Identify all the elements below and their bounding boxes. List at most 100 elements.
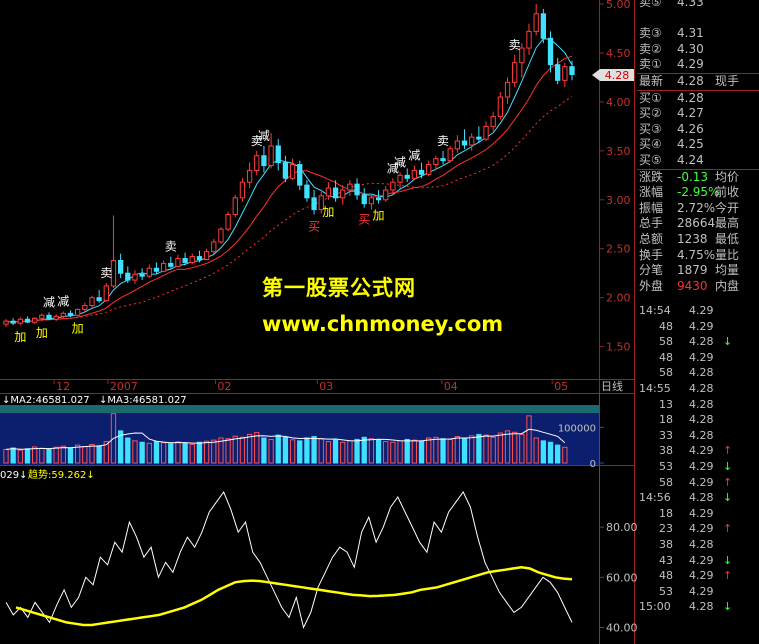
indicator-legend-1: 029↓ [0, 470, 27, 481]
signal-label: 卖 [437, 134, 449, 148]
candle-body [17, 318, 23, 324]
tick-row: 53 4.29 [637, 584, 759, 600]
candle-body [483, 125, 489, 140]
quote-row: 卖① 4.29 [637, 57, 759, 74]
quote-label: 卖③ [639, 26, 662, 41]
tick-time: 58 [659, 475, 673, 489]
tick-arrow: ↓ [723, 459, 733, 473]
quote-label: 买③ [639, 121, 662, 136]
tick-arrow: ↑ [723, 569, 733, 583]
price-tick-label: 2.00 [606, 292, 631, 305]
candle-body [311, 197, 317, 211]
candle-body [3, 320, 9, 325]
quote-row: 总额 1238 最低 [637, 232, 759, 248]
tick-price: 4.29 [689, 506, 714, 520]
quote-label: 买④ [639, 137, 662, 152]
price-tick-label: 4.50 [606, 47, 631, 60]
quote-value: 28664 [677, 216, 716, 231]
signal-label: 加 [36, 326, 48, 340]
tick-row: 23 4.29 ↑ [637, 521, 759, 537]
candle-body [547, 37, 554, 66]
x-tick-label: 12 [56, 380, 70, 393]
candle-body [125, 272, 131, 281]
candle-body [512, 62, 518, 83]
quote-value: 4.24 [677, 152, 704, 167]
quote-label: 买⑤ [639, 152, 662, 167]
tick-time: 48 [659, 350, 673, 364]
tick-price: 4.28 [689, 335, 714, 349]
tick-row: 18 4.29 [637, 506, 759, 522]
volume-tick-label: 0 [590, 459, 596, 470]
watermark-title: 第一股票公式网 [262, 276, 416, 300]
volume-bar [440, 438, 446, 464]
tick-price: 4.28 [689, 413, 714, 427]
candle-body [89, 297, 95, 307]
tick-price: 4.29 [689, 569, 714, 583]
candle-body [117, 259, 124, 274]
signal-label: 加 [322, 205, 334, 219]
quote-value: -0.13 [677, 169, 709, 184]
quote-row: 外盘 9430 内盘 [637, 279, 759, 295]
candle-body [96, 297, 102, 302]
quote-value: -2.95% [677, 185, 720, 200]
volume-legend-ma2-text: MA2:46581.027 [10, 395, 89, 406]
quote-extra-label: 均价 [715, 169, 740, 184]
candle-body [254, 155, 260, 171]
volume-bar [282, 436, 289, 464]
candle-body [60, 312, 66, 317]
candle-body [239, 181, 246, 199]
volume-tick-label: 100000 [558, 423, 596, 434]
tick-price: 4.29 [689, 304, 714, 317]
candle-body [232, 197, 238, 215]
tick-price: 4.28 [689, 600, 714, 614]
tick-arrow: ↓ [723, 491, 733, 505]
volume-bar [297, 440, 303, 464]
candle-body [46, 314, 52, 320]
volume-bar [476, 433, 482, 464]
tick-row: 58 4.29 ↑ [637, 475, 759, 491]
quote-label: 最新 [639, 73, 664, 88]
candle-body [476, 136, 482, 140]
candle-body [447, 148, 453, 162]
tick-row: 58 4.28 [637, 365, 759, 381]
volume-bar [67, 447, 74, 464]
quote-row: 换手 4.75% 量比 [637, 248, 759, 264]
quote-row: 买① 4.28 [637, 91, 759, 107]
signal-label: 卖 [100, 266, 112, 280]
candle-body [397, 174, 403, 183]
volume-legend-ma3-text: MA3:46581.027 [107, 395, 186, 406]
volume-bar [125, 437, 131, 464]
volume-bar [139, 441, 145, 464]
tick-price: 4.28 [689, 428, 714, 442]
tick-list: 14:54 4.29 48 4.29 58 4.28 ↓ 48 4.29 58 4.28 14:55 4… [637, 303, 759, 615]
quote-label: 卖② [639, 41, 662, 56]
quote-label: 总手 [639, 216, 664, 231]
tick-row: 48 4.29 [637, 319, 759, 335]
candle-body [261, 155, 267, 167]
tick-arrow: ↑ [723, 444, 733, 458]
tick-time: 33 [659, 428, 673, 442]
quote-value: 4.29 [677, 57, 704, 72]
candle-body [160, 262, 167, 272]
tick-row: 38 4.28 [637, 537, 759, 553]
x-axis-labels: 12 2007 02 03 04 05 [53, 379, 568, 393]
candle-body [533, 13, 539, 32]
tick-arrow: ↓ [723, 600, 733, 614]
volume-bar [461, 437, 468, 464]
price-y-ticks: 5.00 4.50 4.00 3.50 3.00 2.50 2.00 1.50 [599, 0, 631, 354]
indicator-line [5, 490, 573, 629]
tick-time: 14:56 [639, 491, 671, 505]
quote-label: 卖⑤ [639, 0, 662, 9]
tick-time: 38 [659, 444, 673, 458]
tick-time: 53 [659, 584, 673, 598]
candle-body [282, 162, 289, 179]
candle-body [562, 66, 568, 81]
trend-line [15, 566, 573, 627]
volume-bar [182, 442, 188, 464]
quote-row: 涨跌 -0.13 均价 [637, 170, 759, 186]
volume-bar [547, 441, 554, 464]
tick-price: 4.28 [689, 491, 714, 505]
quote-row: 卖⑤ 4.33 [637, 0, 759, 11]
quote-value: 4.31 [677, 26, 704, 41]
candle-body [225, 213, 231, 230]
